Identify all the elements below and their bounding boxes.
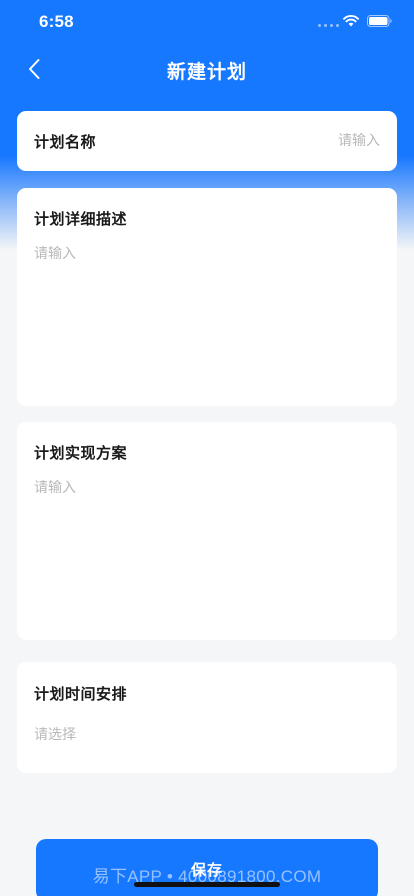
plan-schedule-placeholder: 请选择 <box>34 727 76 743</box>
plan-name-label: 计划名称 <box>34 132 97 151</box>
status-bar: 6:58 <box>0 0 414 44</box>
plan-description-card: 计划详细描述 <box>17 188 397 406</box>
battery-icon <box>367 15 392 27</box>
new-plan-screen: 6:58 新建计划 计划名称 计划详细描述 计划实现方案 <box>0 0 414 896</box>
plan-description-textarea[interactable] <box>34 243 380 383</box>
save-button[interactable]: 保存 <box>36 839 378 896</box>
plan-solution-label: 计划实现方案 <box>34 444 128 462</box>
plan-name-card: 计划名称 <box>17 111 397 171</box>
plan-schedule-label: 计划时间安排 <box>34 685 128 703</box>
plan-solution-card: 计划实现方案 <box>17 422 397 640</box>
wifi-icon <box>343 14 359 27</box>
page-title: 新建计划 <box>166 61 247 83</box>
plan-name-input[interactable] <box>220 133 380 149</box>
navigation-bar: 新建计划 <box>0 44 414 94</box>
plan-solution-textarea[interactable] <box>34 477 380 617</box>
status-time: 6:58 <box>39 12 74 31</box>
home-indicator <box>134 882 280 887</box>
plan-schedule-selector[interactable]: 计划时间安排 请选择 <box>17 662 397 773</box>
signal-dots-icon <box>318 24 339 27</box>
plan-description-label: 计划详细描述 <box>34 210 128 228</box>
